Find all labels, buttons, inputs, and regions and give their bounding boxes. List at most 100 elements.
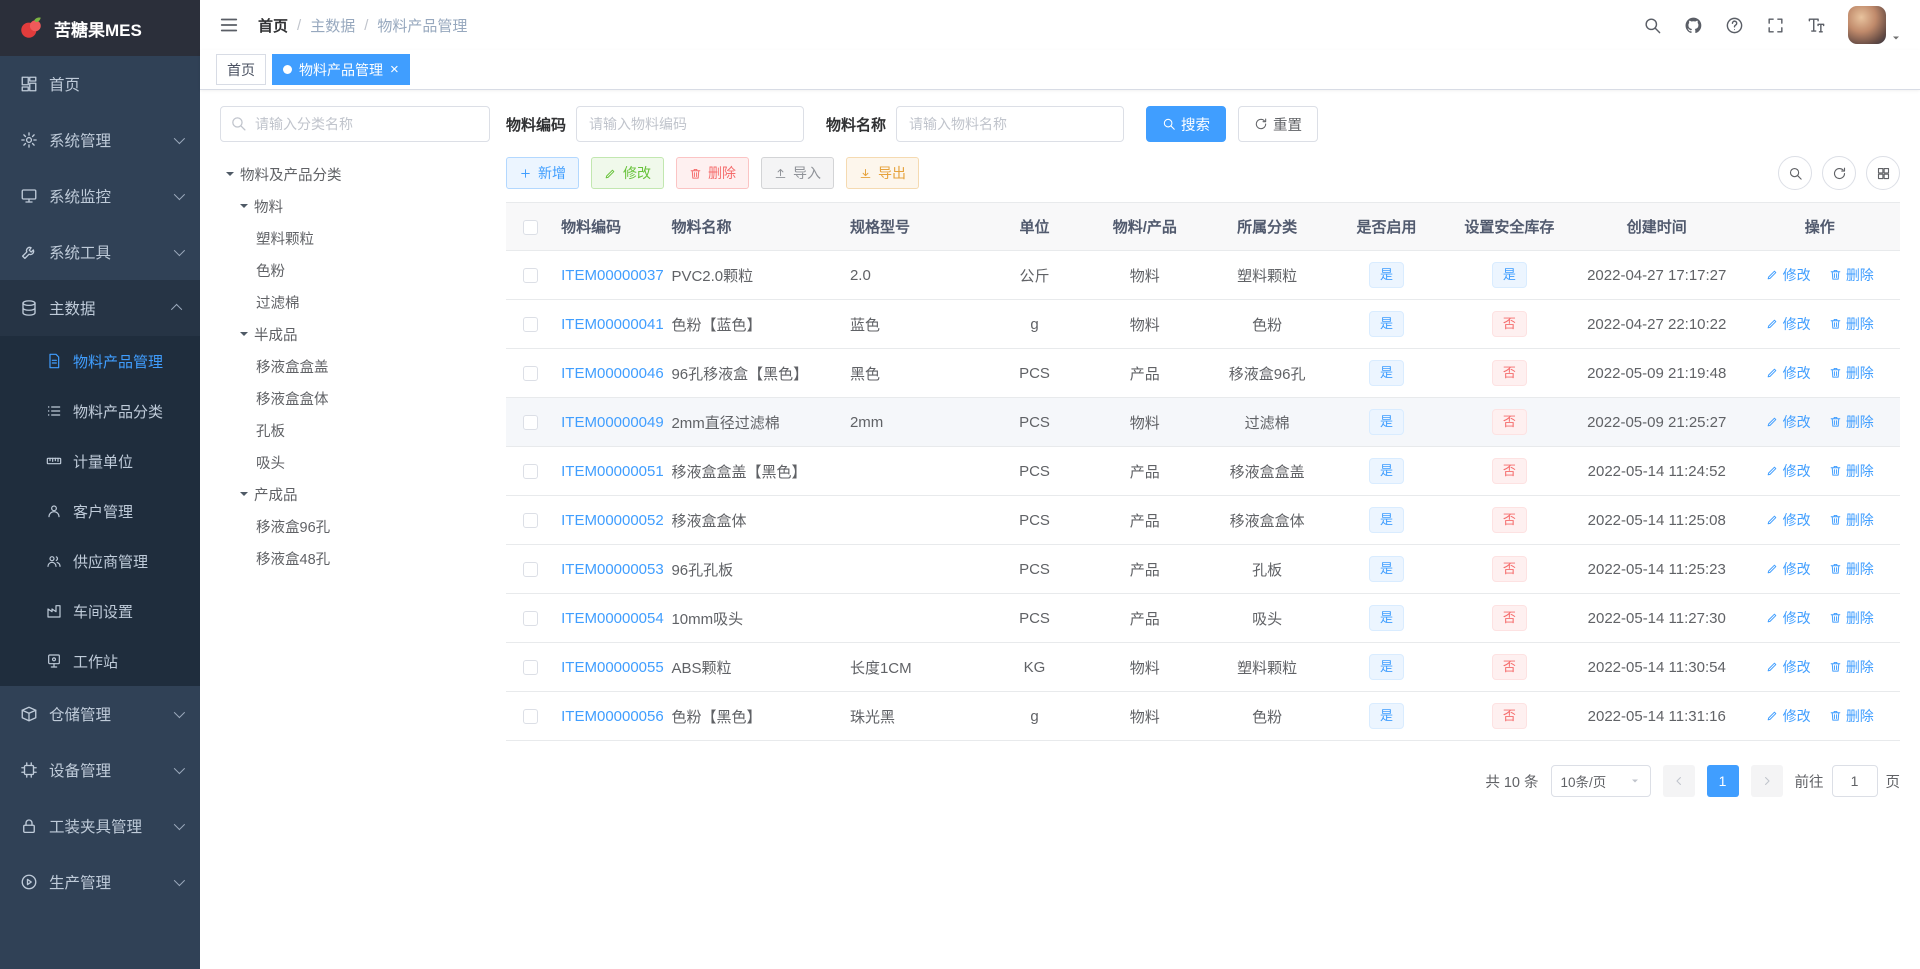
row-checkbox[interactable] [523,611,539,627]
tree-caret-icon[interactable] [222,166,238,182]
material-code-link[interactable]: ITEM00000046 [561,365,664,382]
sidebar-item-workshop-settings[interactable]: 车间设置 [0,586,200,636]
table-row[interactable]: ITEM00000052 移液盒盒体 PCS 产品 移液盒盒体 是 否 2022… [506,495,1900,545]
sidebar-item-warehouse-management[interactable]: 仓储管理 [0,686,200,742]
sidebar-item-material-product-category[interactable]: 物料产品分类 [0,386,200,436]
sidebar-item-master-data[interactable]: 主数据 [0,280,200,336]
table-row[interactable]: ITEM00000037 PVC2.0颗粒 2.0 公斤 物料 塑料颗粒 是 是… [506,250,1900,300]
material-code-link[interactable]: ITEM00000056 [561,708,664,725]
user-menu[interactable] [1848,6,1902,44]
table-row[interactable]: ITEM00000051 移液盒盒盖【黑色】 PCS 产品 移液盒盒盖 是 否 … [506,446,1900,496]
sidebar-item-system-tools[interactable]: 系统工具 [0,224,200,280]
tree-node-well-plate[interactable]: 孔板 [220,414,490,446]
refresh-table-button[interactable] [1822,156,1856,190]
row-edit-link[interactable]: 修改 [1766,265,1811,285]
tree-node-root[interactable]: 物料及产品分类 [220,158,490,190]
tree-node-material[interactable]: 物料 [220,190,490,222]
sidebar-item-customer-management[interactable]: 客户管理 [0,486,200,536]
row-delete-link[interactable]: 删除 [1829,608,1874,628]
material-code-link[interactable]: ITEM00000053 [561,561,664,578]
row-checkbox[interactable] [523,317,539,333]
add-button[interactable]: 新增 [506,157,579,189]
reset-button[interactable]: 重置 [1238,106,1319,142]
sidebar-item-equipment-management[interactable]: 设备管理 [0,742,200,798]
sidebar-item-system-monitor[interactable]: 系统监控 [0,168,200,224]
material-code-link[interactable]: ITEM00000055 [561,659,664,676]
breadcrumb-master-data[interactable]: 主数据 [310,15,355,36]
row-checkbox[interactable] [523,562,539,578]
select-all-checkbox[interactable] [523,219,539,235]
row-edit-link[interactable]: 修改 [1766,559,1811,579]
material-code-link[interactable]: ITEM00000054 [561,610,664,627]
sidebar-item-workstation[interactable]: 工作站 [0,636,200,686]
row-delete-link[interactable]: 删除 [1829,657,1874,677]
row-delete-link[interactable]: 删除 [1829,461,1874,481]
material-code-link[interactable]: ITEM00000049 [561,414,664,431]
sidebar-item-system-management[interactable]: 系统管理 [0,112,200,168]
github-icon[interactable] [1684,16,1703,35]
sidebar-item-fixture-management[interactable]: 工装夹具管理 [0,798,200,854]
avatar[interactable] [1848,6,1886,44]
material-code-input[interactable] [576,106,805,142]
tree-node-plastic-granule[interactable]: 塑料颗粒 [220,222,490,254]
material-code-link[interactable]: ITEM00000052 [561,512,664,529]
delete-button[interactable]: 删除 [676,157,749,189]
prev-page-button[interactable] [1662,765,1695,797]
tree-node-box-48[interactable]: 移液盒48孔 [220,542,490,574]
row-delete-link[interactable]: 删除 [1829,706,1874,726]
material-code-link[interactable]: ITEM00000041 [561,316,664,333]
row-delete-link[interactable]: 删除 [1829,510,1874,530]
next-page-button[interactable] [1750,765,1783,797]
export-button[interactable]: 导出 [846,157,919,189]
row-delete-link[interactable]: 删除 [1829,559,1874,579]
row-delete-link[interactable]: 删除 [1829,265,1874,285]
tree-node-filter-cotton[interactable]: 过滤棉 [220,286,490,318]
sidebar-item-measure-unit[interactable]: 计量单位 [0,436,200,486]
row-edit-link[interactable]: 修改 [1766,363,1811,383]
row-checkbox[interactable] [523,660,539,676]
sidebar-item-production-management[interactable]: 生产管理 [0,854,200,910]
row-edit-link[interactable]: 修改 [1766,412,1811,432]
row-edit-link[interactable]: 修改 [1766,461,1811,481]
app-logo[interactable]: 苦糖果MES [0,0,200,56]
tree-node-box-body[interactable]: 移液盒盒体 [220,382,490,414]
material-code-link[interactable]: ITEM00000051 [561,463,664,480]
tab-home[interactable]: 首页 [216,54,266,85]
table-row[interactable]: ITEM00000049 2mm直径过滤棉 2mm PCS 物料 过滤棉 是 否… [506,397,1900,447]
table-row[interactable]: ITEM00000053 96孔孔板 PCS 产品 孔板 是 否 2022-05… [506,544,1900,594]
row-delete-link[interactable]: 删除 [1829,363,1874,383]
jump-page-input[interactable] [1831,765,1878,797]
row-edit-link[interactable]: 修改 [1766,510,1811,530]
page-size-select[interactable]: 10条/页 [1550,765,1651,797]
font-size-icon[interactable] [1807,16,1826,35]
tree-node-finished[interactable]: 产成品 [220,478,490,510]
table-row[interactable]: ITEM00000054 10mm吸头 PCS 产品 吸头 是 否 2022-0… [506,593,1900,643]
search-icon[interactable] [1643,16,1662,35]
fullscreen-icon[interactable] [1766,16,1785,35]
help-icon[interactable] [1725,16,1744,35]
row-checkbox[interactable] [523,366,539,382]
row-checkbox[interactable] [523,268,539,284]
tree-caret-icon[interactable] [236,486,252,502]
edit-button[interactable]: 修改 [591,157,664,189]
tab-material-product-management[interactable]: 物料产品管理 × [272,54,410,85]
row-checkbox[interactable] [523,513,539,529]
tree-node-pigment[interactable]: 色粉 [220,254,490,286]
sidebar-item-supplier-management[interactable]: 供应商管理 [0,536,200,586]
row-delete-link[interactable]: 删除 [1829,412,1874,432]
row-edit-link[interactable]: 修改 [1766,608,1811,628]
category-search-input[interactable] [220,106,490,142]
row-delete-link[interactable]: 删除 [1829,314,1874,334]
table-row[interactable]: ITEM00000055 ABS颗粒 长度1CM KG 物料 塑料颗粒 是 否 … [506,642,1900,692]
row-edit-link[interactable]: 修改 [1766,657,1811,677]
tree-caret-icon[interactable] [236,198,252,214]
row-edit-link[interactable]: 修改 [1766,706,1811,726]
breadcrumb-home[interactable]: 首页 [258,15,288,36]
tree-node-semi-finished[interactable]: 半成品 [220,318,490,350]
tree-node-box-96[interactable]: 移液盒96孔 [220,510,490,542]
import-button[interactable]: 导入 [761,157,834,189]
column-settings-button[interactable] [1866,156,1900,190]
row-checkbox[interactable] [523,415,539,431]
table-row[interactable]: ITEM00000041 色粉【蓝色】 蓝色 g 物料 色粉 是 否 2022-… [506,299,1900,349]
tree-node-box-lid[interactable]: 移液盒盒盖 [220,350,490,382]
